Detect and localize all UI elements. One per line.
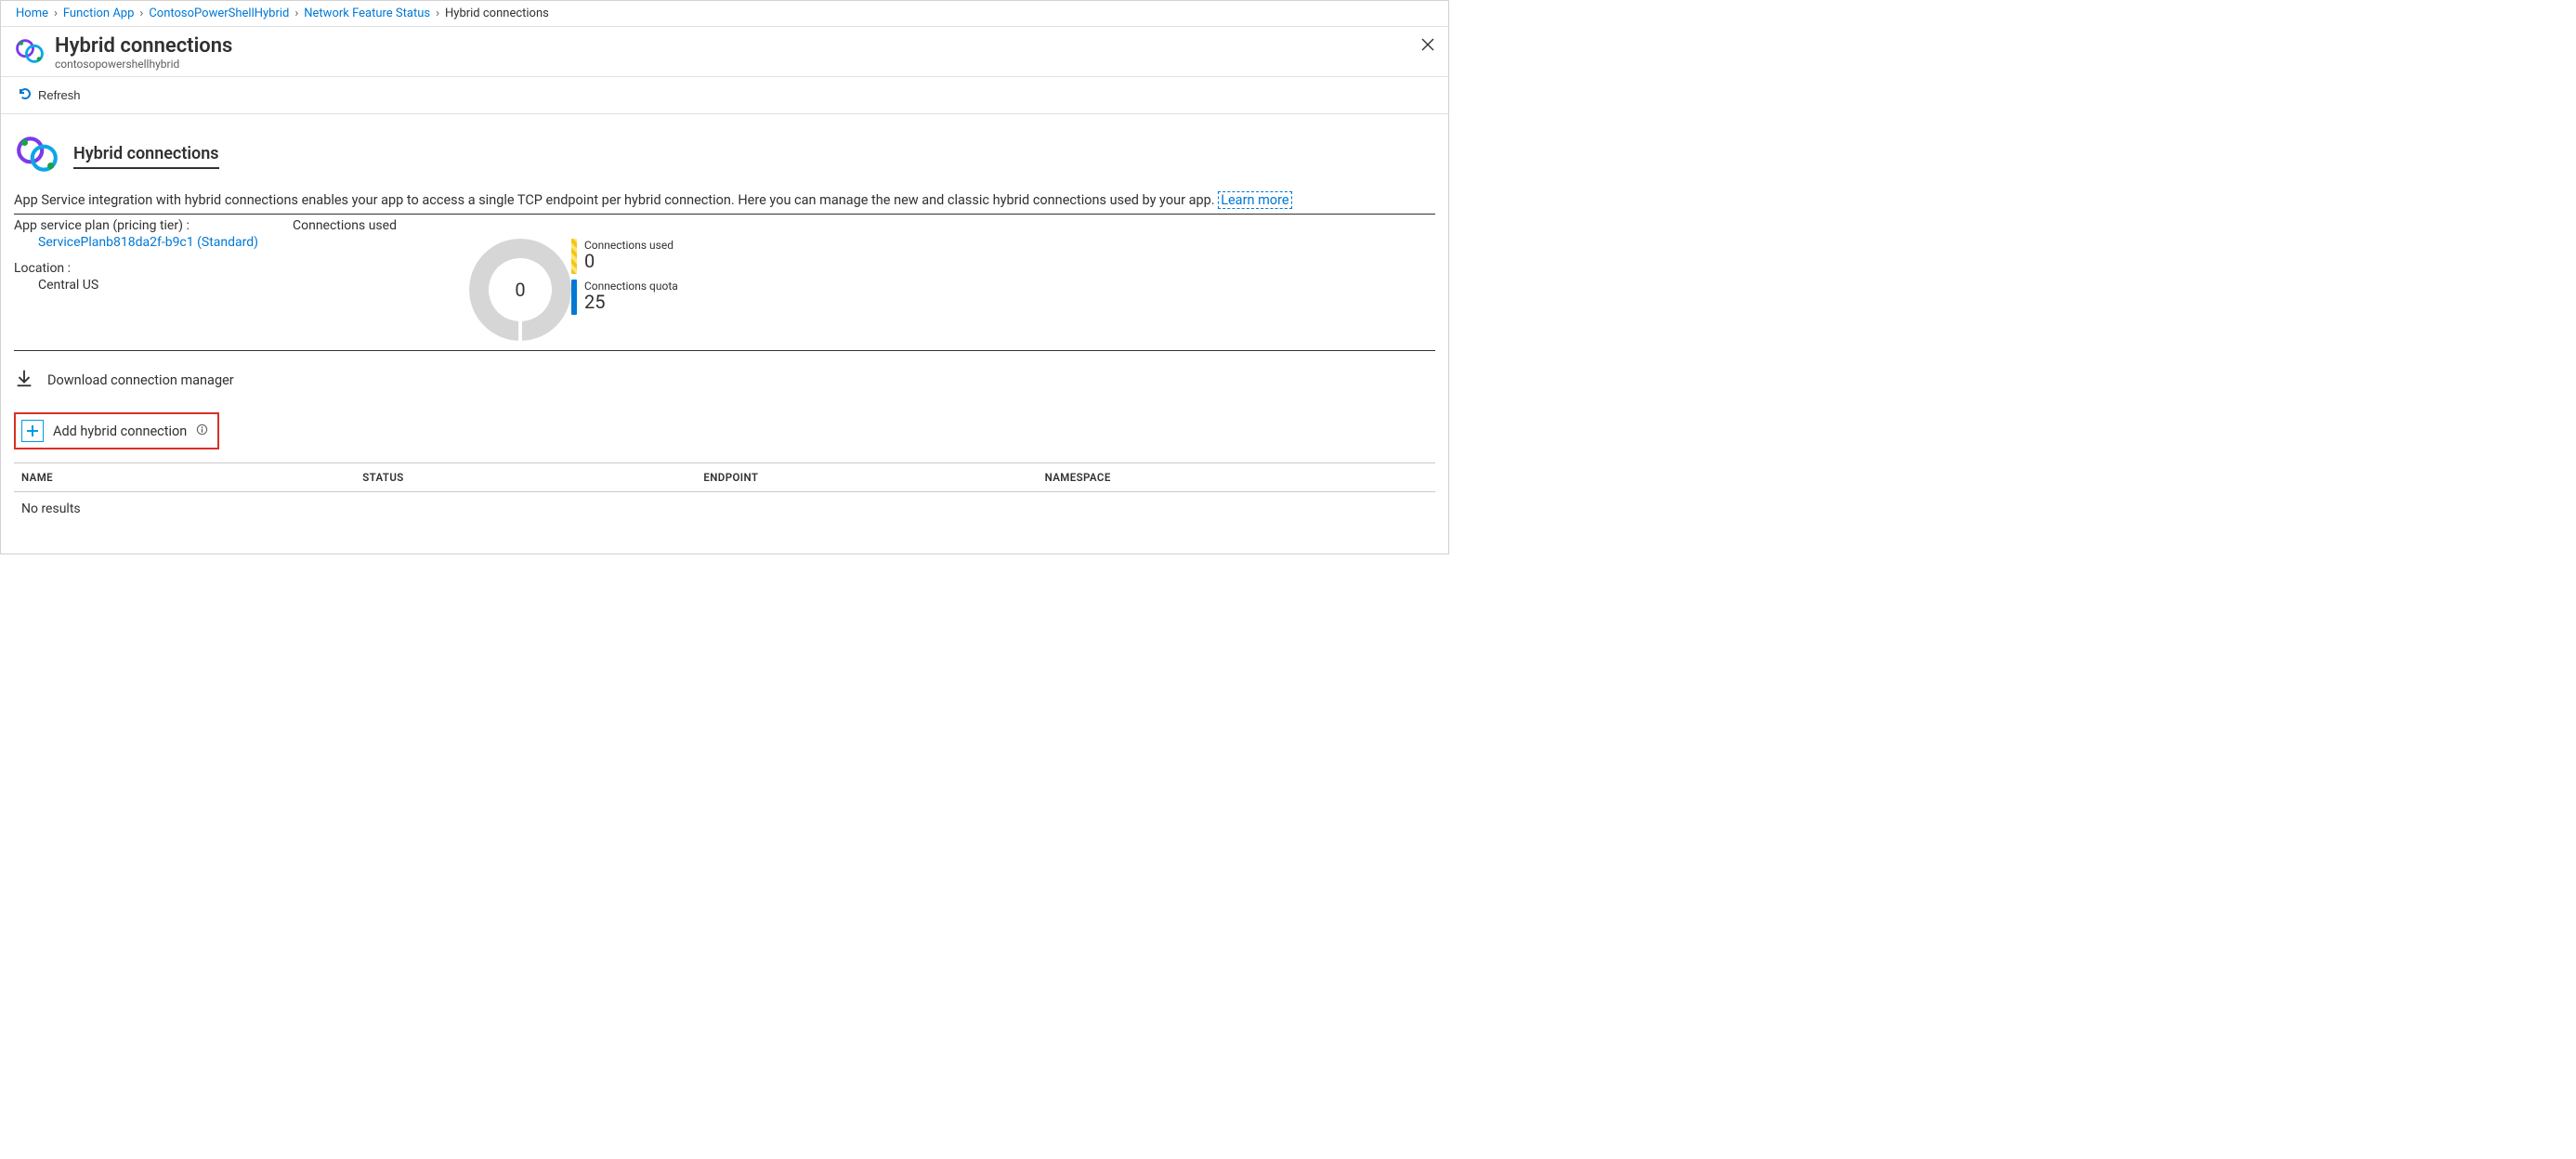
column-header-status[interactable]: STATUS (355, 463, 696, 492)
info-icon (196, 423, 208, 439)
refresh-button[interactable]: Refresh (14, 83, 85, 108)
download-icon (14, 368, 34, 392)
close-icon (1421, 36, 1434, 55)
connections-used-bar-icon (571, 239, 577, 274)
connections-quota-stat: Connections quota 25 (571, 280, 1435, 315)
table-empty-row: No results (14, 492, 1435, 527)
add-hybrid-connection-label: Add hybrid connection (53, 423, 187, 439)
command-bar: Refresh (1, 76, 1448, 114)
close-button[interactable] (1417, 34, 1439, 57)
refresh-icon (18, 86, 33, 104)
plus-icon (21, 420, 44, 442)
connections-used-stat: Connections used 0 (571, 239, 1435, 274)
breadcrumb-current: Hybrid connections (445, 7, 549, 20)
plan-and-location-col: App service plan (pricing tier) : Servic… (14, 218, 293, 350)
content: Hybrid connections App Service integrati… (1, 114, 1448, 553)
connections-usage-chart: 0 (293, 235, 571, 350)
refresh-label: Refresh (38, 88, 81, 102)
location-label: Location : (14, 261, 293, 276)
donut-center-value: 0 (469, 239, 571, 341)
add-hybrid-connection-button[interactable]: Add hybrid connection (14, 412, 219, 449)
section-header: Hybrid connections (14, 131, 1435, 181)
page-subtitle: contosopowershellhybrid (55, 58, 232, 71)
page-title: Hybrid connections (55, 34, 232, 58)
blade-header: Hybrid connections contosopowershellhybr… (1, 27, 1448, 76)
breadcrumb-link-app-name[interactable]: ContosoPowerShellHybrid (149, 7, 289, 20)
hybrid-connections-icon (14, 35, 46, 71)
chevron-right-icon: › (139, 7, 143, 20)
app-service-plan-label: App service plan (pricing tier) : (14, 218, 293, 233)
breadcrumb-link-home[interactable]: Home (16, 7, 48, 20)
connections-used-col: Connections used 0 (293, 218, 571, 350)
table-header-row: NAME STATUS ENDPOINT NAMESPACE (14, 463, 1435, 492)
section-description: App Service integration with hybrid conn… (14, 192, 1435, 208)
chevron-right-icon: › (294, 7, 298, 20)
section-description-text: App Service integration with hybrid conn… (14, 192, 1218, 208)
connections-used-header: Connections used (293, 218, 571, 233)
connections-used-label: Connections used (584, 239, 673, 252)
connections-used-value: 0 (584, 252, 673, 270)
table-empty-text: No results (14, 492, 1435, 527)
chevron-right-icon: › (436, 7, 439, 20)
column-header-name[interactable]: NAME (14, 463, 355, 492)
connections-quota-value: 25 (584, 293, 678, 311)
connections-stats-col: Connections used 0 Connections quota 25 (571, 218, 1435, 350)
breadcrumb-link-function-app[interactable]: Function App (63, 7, 135, 20)
chevron-right-icon: › (54, 7, 58, 20)
column-header-endpoint[interactable]: ENDPOINT (696, 463, 1037, 492)
learn-more-link[interactable]: Learn more (1218, 191, 1291, 209)
hybrid-connections-table: NAME STATUS ENDPOINT NAMESPACE No result… (14, 462, 1435, 526)
column-header-namespace[interactable]: NAMESPACE (1038, 463, 1435, 492)
connections-quota-bar-icon (571, 280, 577, 315)
download-label: Download connection manager (47, 372, 234, 388)
breadcrumb: Home › Function App › ContosoPowerShellH… (1, 1, 1448, 27)
download-connection-manager[interactable]: Download connection manager (14, 351, 1435, 412)
app-service-plan-link[interactable]: ServicePlanb818da2f-b9c1 (Standard) (38, 235, 258, 250)
hybrid-connections-icon (14, 131, 60, 181)
breadcrumb-link-network-feature-status[interactable]: Network Feature Status (304, 7, 430, 20)
location-value: Central US (14, 278, 293, 293)
section-title: Hybrid connections (73, 144, 219, 169)
donut-chart: 0 (469, 239, 571, 341)
info-row: App service plan (pricing tier) : Servic… (14, 214, 1435, 351)
